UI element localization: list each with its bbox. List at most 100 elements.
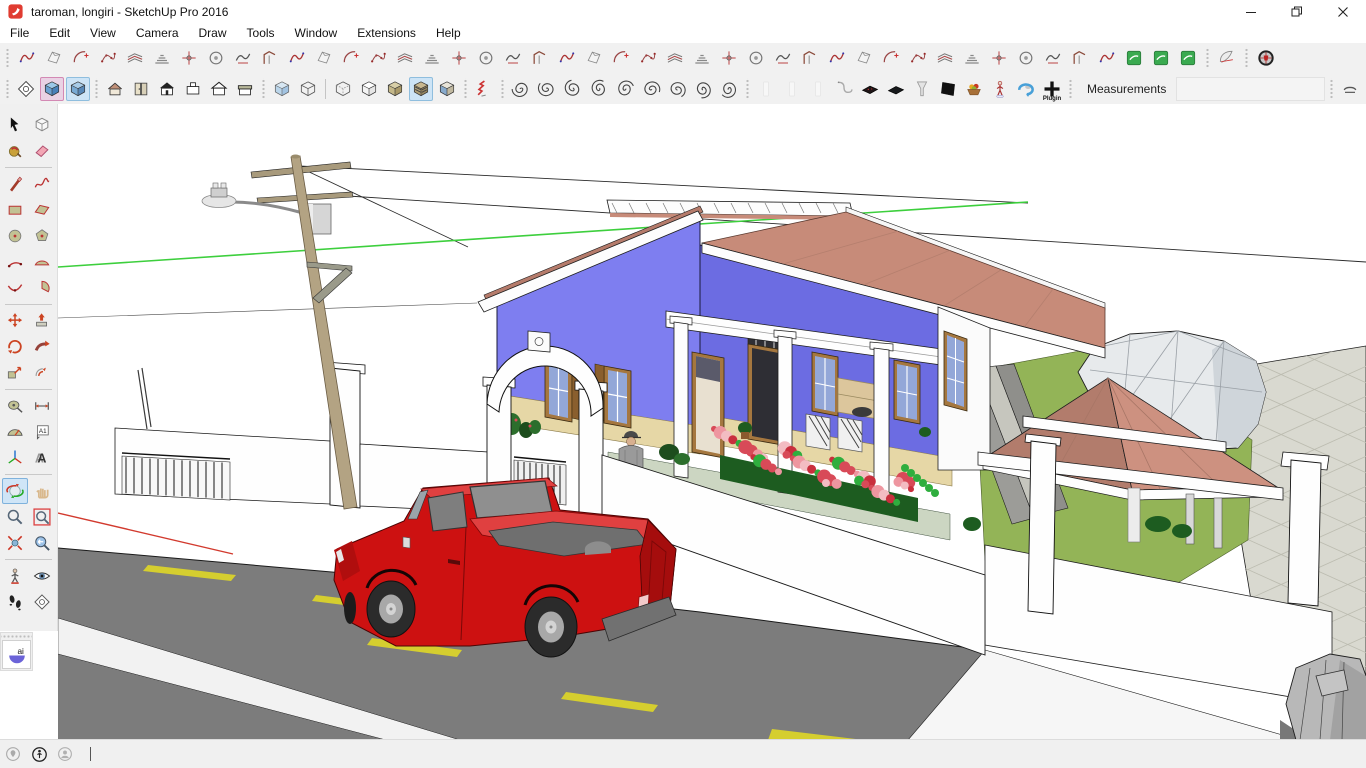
toolbar-button-stripe-fan[interactable] [879,46,903,70]
toolbar-button-green-solid-tool[interactable] [1149,46,1173,70]
menu-item-help[interactable]: Help [426,24,471,42]
tool-tape-measure[interactable] [2,393,28,419]
toolbar-button-view-back-house[interactable] [207,77,231,101]
toolbar-button-green-make-face[interactable] [1122,46,1146,70]
toolbar-button-angle-vertex[interactable] [474,46,498,70]
tool-eraser[interactable] [29,138,55,164]
toolbar-button-view-doors[interactable] [129,77,153,101]
toolbar-grip[interactable] [1329,78,1334,100]
toolbar-button-view-iso-house[interactable] [103,77,127,101]
toolbar-button-terrain-color[interactable] [150,46,174,70]
toolbar-button-dark-plane-a[interactable] [858,77,882,101]
toolbar-button-style-backedge-cube[interactable] [331,77,355,101]
tool-rectangle[interactable] [2,197,28,223]
toolbar-button-green-swirl-tool[interactable] [1176,46,1200,70]
toolbar-button-terrain-stack[interactable] [123,46,147,70]
toolbar-button-artisan-globe[interactable] [1254,46,1278,70]
toolbar-button-toy-figure[interactable] [988,77,1012,101]
toolbar-button-red-swoosh[interactable] [15,46,39,70]
toolbar-button-spiral-wave[interactable] [587,77,611,101]
tool-follow-me[interactable] [29,334,55,360]
toolbar-grip[interactable] [5,47,10,69]
geolocation-button[interactable] [0,741,26,767]
tool-pan[interactable] [29,478,55,504]
tool-pie[interactable] [29,275,55,301]
toolbar-button-red-spring[interactable] [472,77,496,101]
toolbar-button-slab-three[interactable] [806,77,830,101]
tool-rotate[interactable] [2,334,28,360]
toolbar-grip[interactable] [1068,78,1073,100]
toolbar-button-lasso-loop[interactable] [231,46,255,70]
toolbar-button-dot-matrix[interactable] [1041,46,1065,70]
menu-item-draw[interactable]: Draw [189,24,237,42]
tool-look-around[interactable] [29,563,55,589]
toolbar-button-facet-dome[interactable] [933,46,957,70]
toolbar-button-flip-fan[interactable] [258,46,282,70]
menu-item-window[interactable]: Window [285,24,348,42]
tool-paint-bucket[interactable] [2,138,28,164]
toolbar-grip[interactable] [500,78,505,100]
toolbar-button-shell-curl[interactable] [285,46,309,70]
toolbar-button-style-monochrome-cube[interactable] [435,77,459,101]
toolbar-button-plugin-plus[interactable]: Plugin [1040,77,1064,101]
tool-axes[interactable] [2,445,28,471]
toolbar-button-slab-two[interactable] [780,77,804,101]
toolbar-grip[interactable] [94,78,99,100]
toolbar-options-chevron[interactable] [1338,77,1362,101]
menu-item-tools[interactable]: Tools [237,24,285,42]
toolbar-button-joint-links[interactable] [663,46,687,70]
toolbar-button-gray-funnel[interactable] [910,77,934,101]
tool-three-point-arc[interactable] [2,275,28,301]
toolbar-button-pillar-cluster[interactable] [609,46,633,70]
toolbar-button-style-shaded-cube[interactable] [383,77,407,101]
menu-item-file[interactable]: File [0,24,39,42]
tool-move[interactable] [2,308,28,334]
toolbar-button-bezier-dots[interactable] [96,46,120,70]
toolbar-button-stripe-wedge[interactable] [906,46,930,70]
credits-button[interactable] [52,741,78,767]
menu-item-camera[interactable]: Camera [126,24,189,42]
toolbar-button-fruit-bowl[interactable] [962,77,986,101]
close-button[interactable] [1320,0,1366,23]
tool-zoom[interactable] [2,504,28,530]
toolbar-button-rib-stack[interactable] [825,46,849,70]
tool-protractor[interactable] [2,419,28,445]
toolbar-button-round-pod[interactable] [366,46,390,70]
toolbar-button-spiral-round[interactable] [613,77,637,101]
minimize-button[interactable] [1228,0,1274,23]
toolbar-button-spiral-nine[interactable] [717,77,741,101]
toolbar-button-soap-skin-bubble[interactable] [1215,46,1239,70]
tool-freehand[interactable] [29,171,55,197]
toolbar-button-blue-swirl[interactable] [1014,77,1038,101]
tool-walk[interactable] [2,589,28,615]
tool-zoom-previous[interactable] [29,530,55,556]
toolbar-button-spiral-helix[interactable] [665,77,689,101]
measurements-input[interactable] [1176,77,1325,101]
toolbar-button-spiral-flat[interactable] [509,77,533,101]
toolbar-button-dark-plane-b[interactable] [884,77,908,101]
toolbar-button-style-hiddenline-cube[interactable] [357,77,381,101]
toolbar-button-quilt-panel[interactable] [1014,46,1038,70]
toolbar-button-panel-stack[interactable] [744,46,768,70]
toolbar-button-view-plan-house[interactable] [233,77,257,101]
toolbar-button-corner-frame[interactable] [420,46,444,70]
toolbar-button-pin-cross[interactable] [177,46,201,70]
toolbar-button-view-top-house[interactable] [181,77,205,101]
tool-zoom-window[interactable] [29,504,55,530]
menu-item-edit[interactable]: Edit [39,24,80,42]
toolbar-button-style-xray-cube[interactable] [270,77,294,101]
tool-offset[interactable] [29,360,55,386]
toolbar-button-wall-angle[interactable] [717,46,741,70]
tool-make-component[interactable] [29,112,55,138]
tool-push-pull[interactable] [29,308,55,334]
toolbar-button-style-wireframe-cube[interactable] [296,77,320,101]
toolbar-button-panel-weave[interactable] [771,46,795,70]
tool-rotated-rectangle[interactable] [29,197,55,223]
toolbar-button-hatch-board[interactable] [798,46,822,70]
toolbar-button-blade-pair[interactable] [1068,46,1092,70]
menu-item-extensions[interactable]: Extensions [347,24,426,42]
toolbar-button-spiral-open[interactable] [535,77,559,101]
tool-scale[interactable] [2,360,28,386]
tool-3d-text[interactable]: AA [29,445,55,471]
tool-zoom-extents[interactable] [2,530,28,556]
